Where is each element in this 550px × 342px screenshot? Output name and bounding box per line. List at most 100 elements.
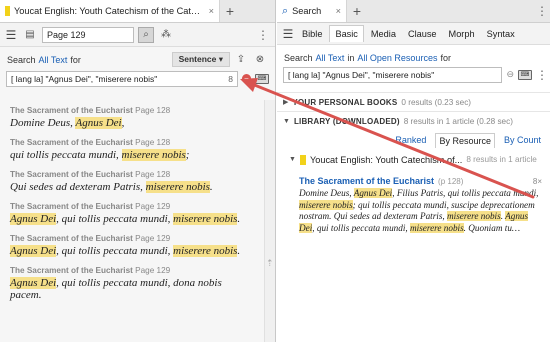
search-hit[interactable]: The Sacrament of the Eucharist (p 128) 8… <box>277 166 550 234</box>
more-icon[interactable]: ⋮ <box>255 24 271 46</box>
result-text: Qui sedes ad dexteram Patris, miserere n… <box>10 181 253 193</box>
scope-dropdown[interactable]: Sentence ▾ <box>171 52 230 67</box>
expand-icon[interactable]: ▶ <box>283 98 288 106</box>
section-title: YOUR PERSONAL BOOKS <box>292 97 398 107</box>
result-item[interactable]: The Sacrament of the Eucharist Page 128 q… <box>0 138 263 161</box>
tab-morph[interactable]: Morph <box>444 26 480 42</box>
hit-page: (p 128) <box>438 177 464 186</box>
hit-title[interactable]: The Sacrament of the Eucharist <box>299 176 434 186</box>
result-page: Page 128 <box>135 138 171 147</box>
tab-basic[interactable]: Basic <box>329 25 364 42</box>
keyboard-icon[interactable]: ⌨ <box>518 69 532 80</box>
inline-search-input[interactable]: [ lang la] "Agnus Dei", "miserere nobis"… <box>6 70 238 87</box>
text-run: , qui tollis peccata mundi, <box>56 213 174 225</box>
tab-clause[interactable]: Clause <box>403 26 442 42</box>
highlighted-text: Agnus Dei <box>353 188 393 198</box>
export-icon[interactable]: ⇪ <box>233 52 249 68</box>
library-section[interactable]: ▼ LIBRARY (DOWNLOADED) 8 results in 1 ar… <box>277 111 550 130</box>
result-page: Page 128 <box>135 170 171 179</box>
result-item[interactable]: The Sacrament of the Eucharist Page 128 D… <box>0 106 263 129</box>
text-run: Domine Deus, <box>10 117 76 129</box>
clear-icon[interactable]: – <box>242 74 251 83</box>
text-run: . <box>209 181 213 193</box>
tab-media[interactable]: Media <box>366 26 401 42</box>
result-item[interactable]: The Sacrament of the Eucharist Page 129 A… <box>0 234 263 257</box>
highlighted-text: miserere nobis <box>299 199 353 210</box>
tab-search[interactable]: ⌕ Search × <box>277 0 347 22</box>
search-scope-line: Search All Text in All Open Resources fo… <box>277 45 550 65</box>
result-title[interactable]: The Sacrament of the Eucharist Page 129 <box>10 202 253 211</box>
result-text: Agnus Dei, qui tollis peccata mundi, mis… <box>10 213 253 225</box>
reference-input[interactable]: Page 129 <box>42 26 134 43</box>
tab-syntax[interactable]: Syntax <box>482 26 520 42</box>
menu-icon[interactable]: ☰ <box>4 28 18 42</box>
search-panel: ⌕ Search × + ⋮ ☰ Bible Basic Media Clause Mo… <box>277 0 550 342</box>
left-panel: Youcat English: Youth Catechism of the C… <box>0 0 276 342</box>
result-title[interactable]: The Sacrament of the Eucharist Page 128 <box>10 170 253 179</box>
tab-title: Youcat English: Youth Catechism of the C… <box>14 6 205 16</box>
highlighted-text: miserere nobis <box>145 181 210 193</box>
visual-filter-icon[interactable]: ⁂ <box>158 27 174 43</box>
text-run: . <box>237 245 241 257</box>
tab-youcat[interactable]: Youcat English: Youth Catechism of the C… <box>0 0 220 22</box>
hit-snippet: Domine Deus, Agnus Dei, Filius Patris, q… <box>299 188 542 234</box>
scroll-up-icon[interactable]: ⇡ <box>266 258 274 269</box>
for-label: for <box>70 54 81 65</box>
scrollbar[interactable]: ⇡ <box>264 100 275 342</box>
result-title[interactable]: The Sacrament of the Eucharist Page 129 <box>10 266 253 275</box>
result-title[interactable]: The Sacrament of the Eucharist Page 129 <box>10 234 253 243</box>
result-page: Page 128 <box>135 106 171 115</box>
highlighted-text: Agnus Dei <box>10 245 57 257</box>
close-icon[interactable]: × <box>336 6 341 16</box>
scope-value: Sentence <box>178 54 217 64</box>
result-title[interactable]: The Sacrament of the Eucharist Page 128 <box>10 138 253 147</box>
search-kind-link[interactable]: All Text <box>316 53 345 63</box>
tab-bible[interactable]: Bible <box>297 26 327 42</box>
search-type-tabs: ☰ Bible Basic Media Clause Morph Syntax <box>277 23 550 45</box>
result-page: Page 129 <box>135 266 171 275</box>
reference-value: Page 129 <box>47 29 86 40</box>
library-icon[interactable]: ▤ <box>22 27 38 43</box>
view-by-count[interactable]: By Count <box>501 133 544 148</box>
resource-row[interactable]: ▼ Youcat English: Youth Catechism of... … <box>277 148 550 166</box>
result-item[interactable]: The Sacrament of the Eucharist Page 128 Q… <box>0 170 263 193</box>
collapse-icon[interactable]: ▼ <box>289 156 296 163</box>
menu-icon[interactable]: ☰ <box>281 27 295 41</box>
result-title[interactable]: The Sacrament of the Eucharist Page 128 <box>10 106 253 115</box>
close-search-icon[interactable]: ⊗ <box>252 52 268 68</box>
left-tabbar: Youcat English: Youth Catechism of the C… <box>0 0 275 23</box>
section-title: LIBRARY (DOWNLOADED) <box>293 116 400 126</box>
result-text: qui tollis peccata mundi, miserere nobis… <box>10 149 253 161</box>
inline-query-row: [ lang la] "Agnus Dei", "miserere nobis"… <box>6 70 269 87</box>
search-icon[interactable]: ⌕ <box>138 26 154 43</box>
view-by-resource[interactable]: By Resource <box>435 133 495 148</box>
text-run: . Quoniam tu… <box>463 222 521 233</box>
text-run: Qui sedes ad dexteram Patris, <box>10 181 146 193</box>
section-count: 0 results (0.23 sec) <box>401 97 472 107</box>
options-icon[interactable]: ⋮ <box>536 64 548 86</box>
result-item[interactable]: The Sacrament of the Eucharist Page 129 A… <box>0 202 263 225</box>
go-icon[interactable]: ⊖ <box>506 69 514 80</box>
hit-count: 8× <box>532 177 542 186</box>
search-kind-link[interactable]: All Text <box>39 55 68 65</box>
highlighted-text: Agnus Dei <box>75 117 122 129</box>
in-label: in <box>347 52 355 63</box>
result-text: Agnus Dei, qui tollis peccata mundi, mis… <box>10 245 253 257</box>
more-icon[interactable]: ⋮ <box>534 0 550 22</box>
resource-title[interactable]: Youcat English: Youth Catechism of... <box>310 155 462 165</box>
result-page: Page 129 <box>135 234 171 243</box>
close-icon[interactable]: × <box>209 6 214 16</box>
text-run: ; <box>185 149 190 161</box>
highlighted-text: miserere nobis <box>447 211 501 221</box>
new-tab-icon[interactable]: + <box>220 0 240 22</box>
result-item[interactable]: The Sacrament of the Eucharist Page 129 A… <box>0 266 263 301</box>
search-input[interactable]: [ lang la] "Agnus Dei", "miserere nobis" <box>283 66 503 83</box>
resources-link[interactable]: All Open Resources <box>357 53 437 63</box>
section-count: 8 results in 1 article (0.28 sec) <box>403 116 513 126</box>
personal-books-section[interactable]: ▶ YOUR PERSONAL BOOKS 0 results (0.23 se… <box>277 92 550 111</box>
collapse-icon[interactable]: ▼ <box>283 118 290 125</box>
new-tab-icon[interactable]: + <box>347 0 367 22</box>
view-ranked[interactable]: Ranked <box>392 133 429 148</box>
resource-count: 8 results in 1 article <box>466 155 537 164</box>
keyboard-icon[interactable]: ⌨ <box>255 73 269 84</box>
